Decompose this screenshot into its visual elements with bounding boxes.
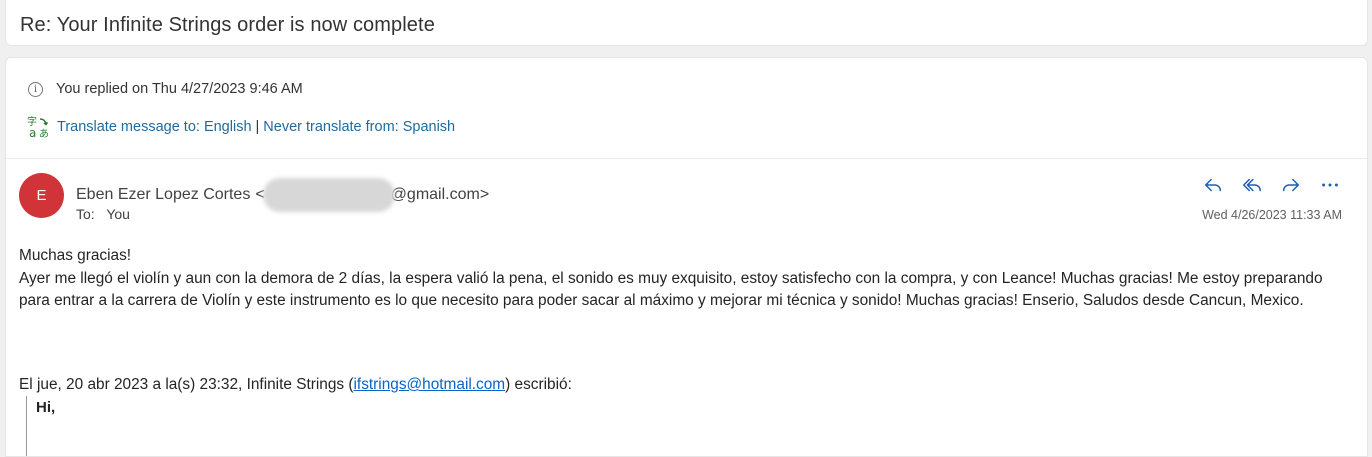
quoted-greeting: Hi, bbox=[36, 399, 56, 416]
email-subject: Re: Your Infinite Strings order is now c… bbox=[20, 14, 435, 36]
subject-header: Re: Your Infinite Strings order is now c… bbox=[5, 0, 1368, 46]
quote-header: El jue, 20 abr 2023 a la(s) 23:32, Infin… bbox=[19, 376, 572, 394]
body-greeting: Muchas gracias! bbox=[19, 247, 132, 264]
divider bbox=[6, 158, 1367, 159]
translate-message-link[interactable]: Translate message to: English bbox=[57, 119, 252, 135]
replied-info: i You replied on Thu 4/27/2023 9:46 AM bbox=[28, 81, 303, 97]
message-card: i You replied on Thu 4/27/2023 9:46 AM 字… bbox=[5, 57, 1368, 457]
reply-icon[interactable] bbox=[1202, 174, 1224, 196]
sender-name[interactable]: Eben Ezer Lopez Cortes bbox=[76, 186, 250, 204]
redacted-email bbox=[262, 178, 395, 212]
never-translate-link[interactable]: Never translate from: Spanish bbox=[263, 119, 455, 135]
quote-email-link[interactable]: ifstrings@hotmail.com bbox=[354, 376, 506, 393]
reply-all-icon[interactable] bbox=[1241, 174, 1263, 196]
message-body: Muchas gracias! Ayer me llegó el violín … bbox=[19, 245, 1354, 313]
translate-icon: 字 a あ bbox=[27, 115, 49, 139]
avatar[interactable]: E bbox=[19, 173, 64, 218]
replied-text: You replied on Thu 4/27/2023 9:46 AM bbox=[56, 81, 303, 97]
to-label: To: bbox=[76, 206, 95, 222]
link-separator: | bbox=[255, 119, 260, 135]
recipient-line: To: You bbox=[76, 206, 130, 222]
body-paragraph: Ayer me llegó el violín y aun con la dem… bbox=[19, 269, 1323, 310]
recipient[interactable]: You bbox=[106, 206, 130, 222]
info-icon: i bbox=[28, 81, 43, 97]
svg-text:a: a bbox=[29, 126, 36, 139]
quote-intro: El jue, 20 abr 2023 a la(s) 23:32, Infin… bbox=[19, 376, 354, 393]
message-actions bbox=[1202, 174, 1341, 196]
forward-icon[interactable] bbox=[1280, 174, 1302, 196]
sender-email-domain: @gmail.com> bbox=[390, 186, 490, 203]
quoted-message: Hi, bbox=[26, 396, 55, 456]
quote-intro-end: ) escribió: bbox=[505, 376, 572, 393]
svg-text:あ: あ bbox=[39, 128, 49, 139]
more-icon[interactable] bbox=[1319, 174, 1341, 196]
sender-line: Eben Ezer Lopez Cortes < @gmail.com> bbox=[76, 178, 489, 212]
sent-date: Wed 4/26/2023 11:33 AM bbox=[1202, 208, 1342, 222]
translate-bar: 字 a あ Translate message to: English | Ne… bbox=[27, 115, 455, 139]
